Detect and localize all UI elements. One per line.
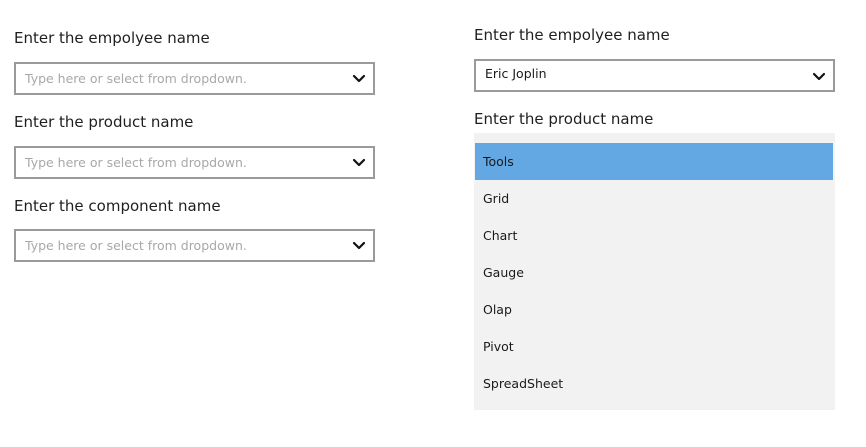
chevron-down-icon[interactable] — [352, 73, 366, 85]
employee-label: Enter the empolyee name — [14, 29, 210, 47]
dropdown-option[interactable]: SpreadSheet — [475, 365, 833, 402]
dropdown-option[interactable]: Chart — [475, 217, 833, 254]
dropdown-option[interactable]: Gauge — [475, 254, 833, 291]
product-dropdown-list[interactable]: Tools Grid Chart Gauge Olap Pivot Spread… — [474, 133, 835, 410]
chevron-down-icon[interactable] — [812, 71, 826, 83]
dropdown-option[interactable]: Olap — [475, 291, 833, 328]
chevron-down-icon[interactable] — [352, 157, 366, 169]
component-combobox[interactable]: Type here or select from dropdown. — [14, 229, 375, 262]
product-combobox[interactable]: Type here or select from dropdown. — [14, 146, 375, 179]
chevron-down-icon[interactable] — [352, 240, 366, 252]
dropdown-option[interactable]: Grid — [475, 180, 833, 217]
component-input-placeholder[interactable]: Type here or select from dropdown. — [25, 231, 247, 260]
product-input-placeholder[interactable]: Type here or select from dropdown. — [25, 148, 247, 177]
employee-label: Enter the empolyee name — [474, 26, 670, 44]
employee-input-placeholder[interactable]: Type here or select from dropdown. — [25, 64, 247, 93]
dropdown-option[interactable]: Tools — [475, 143, 833, 180]
dropdown-option[interactable]: Pivot — [475, 328, 833, 365]
component-label: Enter the component name — [14, 197, 221, 215]
product-label: Enter the product name — [14, 113, 194, 131]
product-label: Enter the product name — [474, 110, 654, 128]
employee-combobox[interactable]: Eric Joplin — [474, 59, 835, 92]
employee-input-value[interactable]: Eric Joplin — [485, 59, 547, 88]
employee-combobox[interactable]: Type here or select from dropdown. — [14, 62, 375, 95]
